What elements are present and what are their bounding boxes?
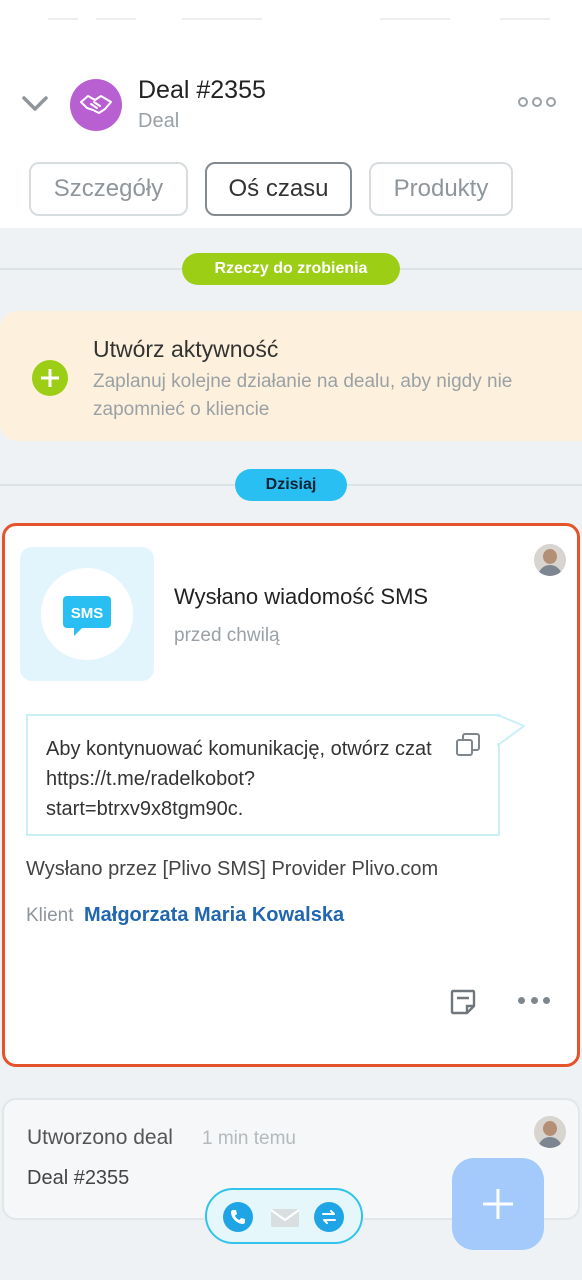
sms-event-time: przed chwilą	[174, 625, 280, 646]
phone-icon[interactable]	[223, 1202, 253, 1232]
plus-circle-icon[interactable]	[32, 360, 68, 396]
message-text: Aby kontynuować komunikację, otwórz czat…	[46, 738, 432, 820]
handshake-icon	[80, 95, 112, 114]
deal-subtitle: Deal	[138, 110, 180, 132]
tab-bar: Szczegóły Oś czasu Produkty	[0, 162, 582, 216]
create-activity-title: Utwórz aktywność	[93, 336, 279, 362]
more-icon[interactable]	[518, 93, 556, 111]
sms-icon-label: SMS	[71, 605, 104, 622]
client-label: Klient	[26, 905, 74, 926]
status-bar	[0, 0, 582, 60]
sms-event-title: Wysłano wiadomość SMS	[174, 584, 429, 609]
deal-title: Deal #2355	[138, 76, 266, 104]
mail-icon[interactable]	[270, 1208, 300, 1228]
created-event-deal: Deal #2355	[27, 1167, 130, 1189]
note-icon[interactable]	[449, 988, 477, 1016]
tab-timeline[interactable]: Oś czasu	[205, 162, 352, 216]
created-event-title: Utworzono deal	[27, 1126, 173, 1149]
created-event-time: 1 min temu	[202, 1128, 296, 1149]
chevron-down-icon[interactable]	[18, 88, 52, 118]
sms-icon: SMS	[63, 596, 111, 636]
deal-avatar	[70, 79, 122, 131]
tab-details[interactable]: Szczegóły	[29, 162, 188, 216]
avatar	[534, 544, 566, 576]
today-pill: Dzisiaj	[235, 469, 347, 501]
message-tail	[497, 714, 525, 746]
client-link[interactable]: Małgorzata Maria Kowalska	[84, 904, 344, 927]
create-activity-description: Zaplanuj kolejne działanie na dealu, aby…	[93, 371, 513, 420]
copy-icon[interactable]	[455, 732, 481, 758]
todo-pill: Rzeczy do zrobienia	[182, 253, 400, 285]
add-button[interactable]	[452, 1158, 544, 1250]
more-icon[interactable]	[518, 997, 550, 1007]
sent-by-text: Wysłano przez [Plivo SMS] Provider Plivo…	[26, 858, 439, 880]
chat-icon[interactable]	[314, 1202, 344, 1232]
avatar	[534, 1116, 566, 1148]
tab-products[interactable]: Produkty	[369, 162, 513, 216]
